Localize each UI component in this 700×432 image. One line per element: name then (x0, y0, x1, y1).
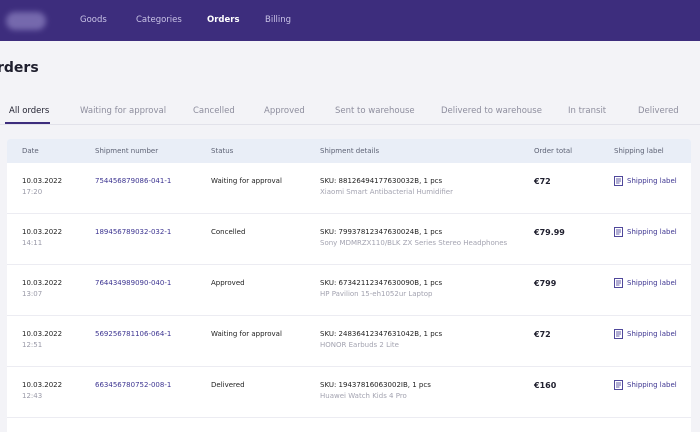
document-icon (614, 380, 623, 390)
order-time: 14:11 (22, 239, 43, 247)
order-status: Concelled (211, 228, 246, 236)
order-time: 12:43 (22, 392, 43, 400)
tab-delivered-to-warehouse[interactable]: Delivered to warehouse (441, 106, 542, 116)
shipment-number-link[interactable]: 764434989090-040-1 (95, 279, 171, 287)
tab-cancelled[interactable]: Cancelled (193, 106, 235, 116)
order-status: Approved (211, 279, 245, 287)
shipping-label-text: Shipping label (627, 177, 677, 185)
shipping-label-link[interactable]: Shipping label (614, 278, 677, 288)
tab-in-transit[interactable]: In transit (568, 106, 606, 116)
order-total: €799 (534, 279, 557, 288)
sku-text: SKU: 24836412347631042B, 1 pcs (320, 330, 443, 338)
order-total: €72 (534, 177, 551, 186)
table-row[interactable]: 10.03.2022 13:07 764434989090-040-1 Appr… (7, 265, 691, 316)
order-total: €79.99 (534, 228, 565, 237)
tab-all-orders[interactable]: All orders (9, 106, 49, 116)
product-name: Huawei Watch Kids 4 Pro (320, 392, 407, 400)
tab-sent-to-warehouse[interactable]: Sent to warehouse (335, 106, 415, 116)
product-name: Xiaomi Smart Antibacterial Humidifier (320, 188, 453, 196)
shipping-label-text: Shipping label (627, 381, 677, 389)
shipment-number-link[interactable]: 754456879086-041-1 (95, 177, 171, 185)
table-row[interactable]: 10.03.2022 12:43 663456780752-008-1 Deli… (7, 367, 691, 418)
table-header: Date Shipment number Status Shipment det… (7, 139, 691, 163)
shipping-label-link[interactable]: Shipping label (614, 176, 677, 186)
product-name: HP Pavilion 15-eh1052ur Laptop (320, 290, 433, 298)
order-date: 10.03.2022 (22, 177, 63, 185)
order-date: 10.03.2022 (22, 330, 63, 338)
column-header-order-total[interactable]: Order total (534, 147, 572, 155)
nav-item-goods[interactable]: Goods (80, 15, 107, 25)
shipping-label-text: Shipping label (627, 228, 677, 236)
nav-item-orders[interactable]: Orders (207, 15, 240, 25)
document-icon (614, 329, 623, 339)
sku-text: SKU: 67342112347630090B, 1 pcs (320, 279, 443, 287)
status-tabs: All orders Waiting for approval Cancelle… (0, 95, 700, 125)
shipment-number-link[interactable]: 569256781106-064-1 (95, 330, 171, 338)
column-header-shipment-details[interactable]: Shipment details (320, 147, 379, 155)
order-time: 13:07 (22, 290, 43, 298)
tab-approved[interactable]: Approved (264, 106, 305, 116)
shipping-label-link[interactable]: Shipping label (614, 329, 677, 339)
column-header-shipment-number[interactable]: Shipment number (95, 147, 158, 155)
nav-item-billing[interactable]: Billing (265, 15, 291, 25)
column-header-date[interactable]: Date (22, 147, 39, 155)
shipping-label-text: Shipping label (627, 330, 677, 338)
shipment-number-link[interactable]: 663456780752-008-1 (95, 381, 171, 389)
column-header-status[interactable]: Status (211, 147, 233, 155)
top-nav: Goods Categories Orders Billing (0, 0, 700, 41)
document-icon (614, 176, 623, 186)
sku-text: SKU: 19437816063002IB, 1 pcs (320, 381, 431, 389)
nav-item-categories[interactable]: Categories (136, 15, 182, 25)
product-name: Sony MDMRZX110/BLK ZX Series Stereo Head… (320, 239, 508, 247)
shipment-number-link[interactable]: 189456789032-032-1 (95, 228, 171, 236)
orders-table: Date Shipment number Status Shipment det… (7, 139, 691, 432)
table-row[interactable]: 10.03.2022 12:51 569256781106-064-1 Wait… (7, 316, 691, 367)
order-time: 12:51 (22, 341, 43, 349)
page-title: rders (0, 60, 39, 76)
order-time: 17:20 (22, 188, 43, 196)
order-date: 10.03.2022 (22, 228, 63, 236)
order-date: 10.03.2022 (22, 381, 63, 389)
active-tab-indicator (5, 122, 50, 124)
order-total: €160 (534, 381, 557, 390)
logo[interactable] (6, 12, 46, 30)
table-row[interactable]: 10.03.2022 17:20 754456879086-041-1 Wait… (7, 163, 691, 214)
order-total: €72 (534, 330, 551, 339)
shipping-label-text: Shipping label (627, 279, 677, 287)
table-row[interactable]: 10.03.2022 14:11 189456789032-032-1 Conc… (7, 214, 691, 265)
order-status: Delivered (211, 381, 245, 389)
tab-delivered[interactable]: Delivered (638, 106, 679, 116)
document-icon (614, 227, 623, 237)
shipping-label-link[interactable]: Shipping label (614, 380, 677, 390)
order-date: 10.03.2022 (22, 279, 63, 287)
sku-text: SKU: 88126494177630032B, 1 pcs (320, 177, 443, 185)
column-header-shipping-label[interactable]: Shipping label (614, 147, 664, 155)
product-name: HONOR Earbuds 2 Lite (320, 341, 399, 349)
tab-waiting-for-approval[interactable]: Waiting for approval (80, 106, 166, 116)
order-status: Waiting for approval (211, 330, 282, 338)
shipping-label-link[interactable]: Shipping label (614, 227, 677, 237)
order-status: Waiting for approval (211, 177, 282, 185)
sku-text: SKU: 79937812347630024B, 1 pcs (320, 228, 443, 236)
document-icon (614, 278, 623, 288)
